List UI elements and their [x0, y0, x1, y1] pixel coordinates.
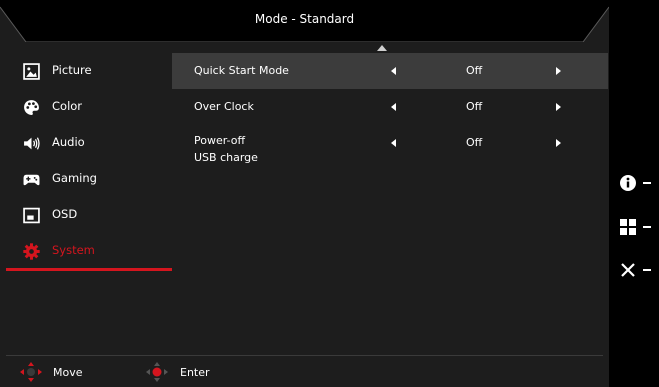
setting-label: Over Clock	[194, 100, 254, 113]
setting-value: Off	[466, 64, 483, 77]
hotkey-dash	[643, 226, 651, 228]
sidebar-item-label: Audio	[52, 135, 85, 149]
gear-icon	[23, 243, 40, 260]
hotkey-menu[interactable]	[619, 216, 659, 238]
setting-value: Off	[466, 136, 483, 149]
info-icon	[620, 175, 636, 191]
enter-joystick-icon	[146, 362, 168, 382]
arrow-right-icon[interactable]	[556, 103, 561, 111]
osd-header: Mode - Standard	[0, 0, 609, 42]
sidebar-item-label: Picture	[52, 63, 92, 77]
setting-value: Off	[466, 100, 483, 113]
sidebar-item-label: OSD	[52, 207, 78, 221]
gamepad-icon	[23, 174, 40, 186]
sidebar-item-label: Gaming	[52, 171, 97, 185]
hotkey-close[interactable]	[619, 259, 659, 281]
setting-row-quick-start-mode[interactable]: Quick Start Mode Off	[172, 53, 608, 89]
setting-row-power-off-usb-charge[interactable]: Power-off USB charge Off	[172, 125, 608, 169]
arrow-left-icon[interactable]	[391, 139, 396, 147]
sidebar-item-osd[interactable]: OSD	[0, 197, 172, 233]
sidebar-item-color[interactable]: Color	[0, 89, 172, 125]
page-title: Mode - Standard	[254, 12, 355, 26]
hotkey-dash	[643, 269, 651, 271]
scroll-up-arrow-icon[interactable]	[377, 45, 387, 51]
sidebar-item-audio[interactable]: Audio	[0, 125, 172, 161]
footer-hints: Move Enter	[0, 356, 609, 387]
palette-icon	[24, 100, 39, 115]
sidebar-item-gaming[interactable]: Gaming	[0, 161, 172, 197]
active-tab-indicator	[6, 268, 172, 271]
sidebar-item-system[interactable]: System	[0, 233, 172, 269]
speaker-icon	[24, 137, 40, 150]
osd-icon	[23, 207, 40, 224]
setting-label: Power-off	[194, 134, 246, 147]
arrow-left-icon[interactable]	[391, 67, 396, 75]
sidebar-item-picture[interactable]: Picture	[0, 53, 172, 89]
move-hint-label: Move	[53, 366, 83, 379]
setting-row-over-clock[interactable]: Over Clock Off	[172, 89, 608, 125]
hotkey-dash	[643, 182, 651, 184]
sidebar-item-label: System	[52, 243, 95, 257]
picture-icon	[23, 63, 40, 80]
arrow-right-icon[interactable]	[556, 139, 561, 147]
hotkey-info[interactable]	[619, 172, 659, 194]
close-icon	[621, 263, 635, 277]
arrow-right-icon[interactable]	[556, 67, 561, 75]
setting-label-line2: USB charge	[194, 151, 258, 164]
move-joystick-icon	[20, 362, 42, 382]
osd-panel: Mode - Standard Picture Color Audio Gami…	[0, 0, 609, 387]
grid-icon	[620, 219, 636, 235]
arrow-left-icon[interactable]	[391, 103, 396, 111]
setting-label: Quick Start Mode	[194, 64, 289, 77]
enter-hint-label: Enter	[180, 366, 210, 379]
sidebar-item-label: Color	[52, 99, 83, 113]
